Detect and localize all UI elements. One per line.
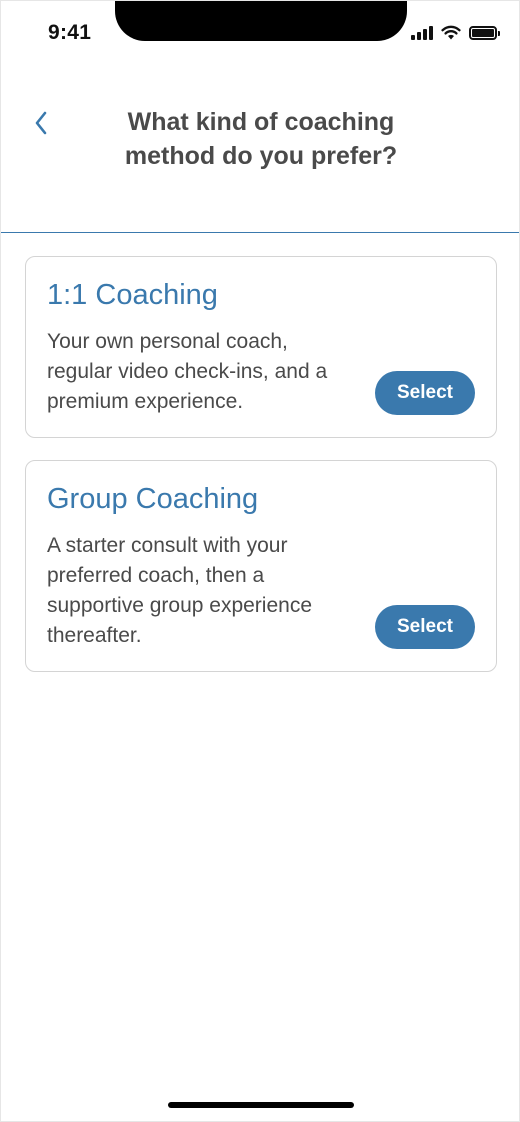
screen: 9:41 What kind of coaching method do you… (0, 0, 520, 1122)
option-description: A starter consult with your preferred co… (47, 534, 313, 647)
select-1-1-coaching-button[interactable]: Select (375, 371, 475, 415)
device-notch (115, 1, 407, 41)
chevron-left-icon (35, 111, 47, 135)
option-title: 1:1 Coaching (47, 279, 218, 311)
header: What kind of coaching method do you pref… (1, 91, 519, 233)
status-icons (411, 25, 500, 40)
option-card-group-coaching[interactable]: Group Coaching A starter consult with yo… (25, 460, 497, 672)
status-bar: 9:41 (1, 1, 519, 61)
back-button[interactable] (23, 105, 59, 141)
option-card-1-1-coaching[interactable]: 1:1 Coaching Your own personal coach, re… (25, 256, 497, 438)
status-time: 9:41 (48, 21, 92, 44)
select-group-coaching-button[interactable]: Select (375, 605, 475, 649)
page-title: What kind of coaching method do you pref… (124, 108, 398, 170)
wifi-icon (441, 25, 461, 40)
home-indicator[interactable] (168, 1102, 354, 1108)
cellular-signal-icon (411, 25, 433, 40)
battery-icon (469, 25, 500, 40)
option-description: Your own personal coach, regular video c… (47, 330, 328, 413)
option-title: Group Coaching (47, 483, 259, 515)
